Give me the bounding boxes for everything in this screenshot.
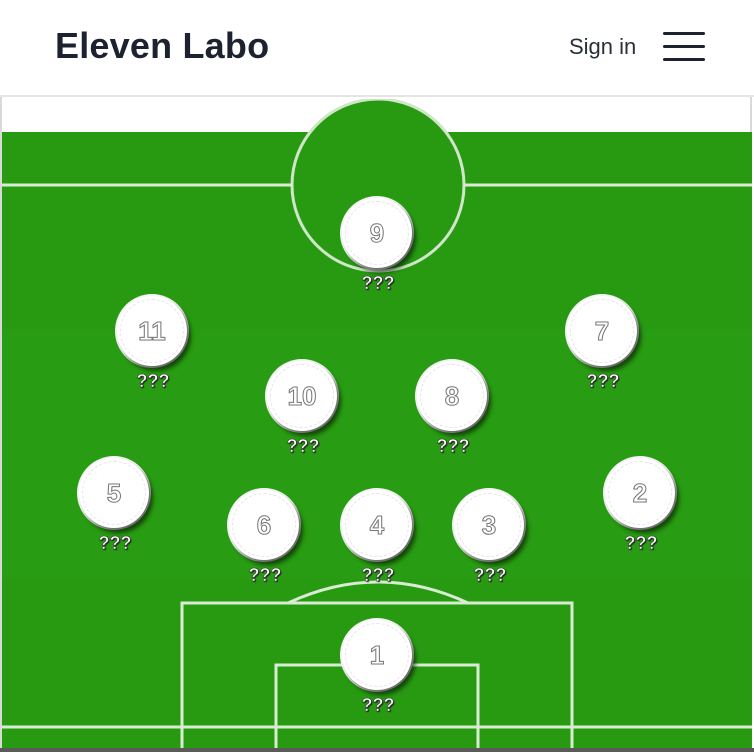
menu-bar-middle: [663, 45, 705, 48]
menu-bar-bottom: [663, 58, 705, 61]
player-name: ???: [473, 565, 507, 586]
top-navbar: Eleven Labo Sign in: [0, 0, 754, 97]
player-name: ???: [586, 371, 620, 392]
player-number: 8: [444, 381, 460, 412]
player-slot[interactable]: 6 ???: [227, 490, 303, 590]
player-number: 5: [106, 478, 122, 509]
player-slot[interactable]: 9 ???: [340, 198, 416, 298]
player-slot[interactable]: 4 ???: [340, 490, 416, 590]
player-name: ???: [136, 371, 170, 392]
player-number: 11: [138, 316, 167, 347]
player-name: ???: [361, 273, 395, 294]
hamburger-menu-icon[interactable]: [663, 30, 707, 64]
player-number: 2: [632, 478, 648, 509]
player-slot[interactable]: 10 ???: [265, 361, 341, 461]
player-name: ???: [361, 695, 395, 716]
player-number: 7: [594, 316, 610, 347]
player-number: 6: [256, 510, 272, 541]
player-name: ???: [98, 533, 132, 554]
player-number: 1: [369, 640, 385, 671]
player-name: ???: [361, 565, 395, 586]
player-slot[interactable]: 3 ???: [452, 490, 528, 590]
player-number: 9: [369, 218, 385, 249]
player-slot[interactable]: 8 ???: [415, 361, 491, 461]
player-slot[interactable]: 5 ???: [77, 458, 153, 558]
sign-in-link[interactable]: Sign in: [569, 33, 636, 61]
player-name: ???: [248, 565, 282, 586]
brand-logo[interactable]: Eleven Labo: [55, 24, 269, 68]
player-slot[interactable]: 7 ???: [565, 296, 641, 396]
bottom-edge-bar: [0, 748, 754, 752]
player-slot[interactable]: 1 ???: [340, 620, 416, 720]
player-name: ???: [286, 436, 320, 457]
player-name: ???: [436, 436, 470, 457]
player-number: 10: [287, 381, 317, 412]
player-number: 3: [481, 510, 497, 541]
player-name: ???: [624, 533, 658, 554]
menu-bar-top: [663, 32, 705, 35]
player-number: 4: [369, 510, 385, 541]
player-slot[interactable]: 11 ???: [115, 296, 191, 396]
player-slot[interactable]: 2 ???: [603, 458, 679, 558]
